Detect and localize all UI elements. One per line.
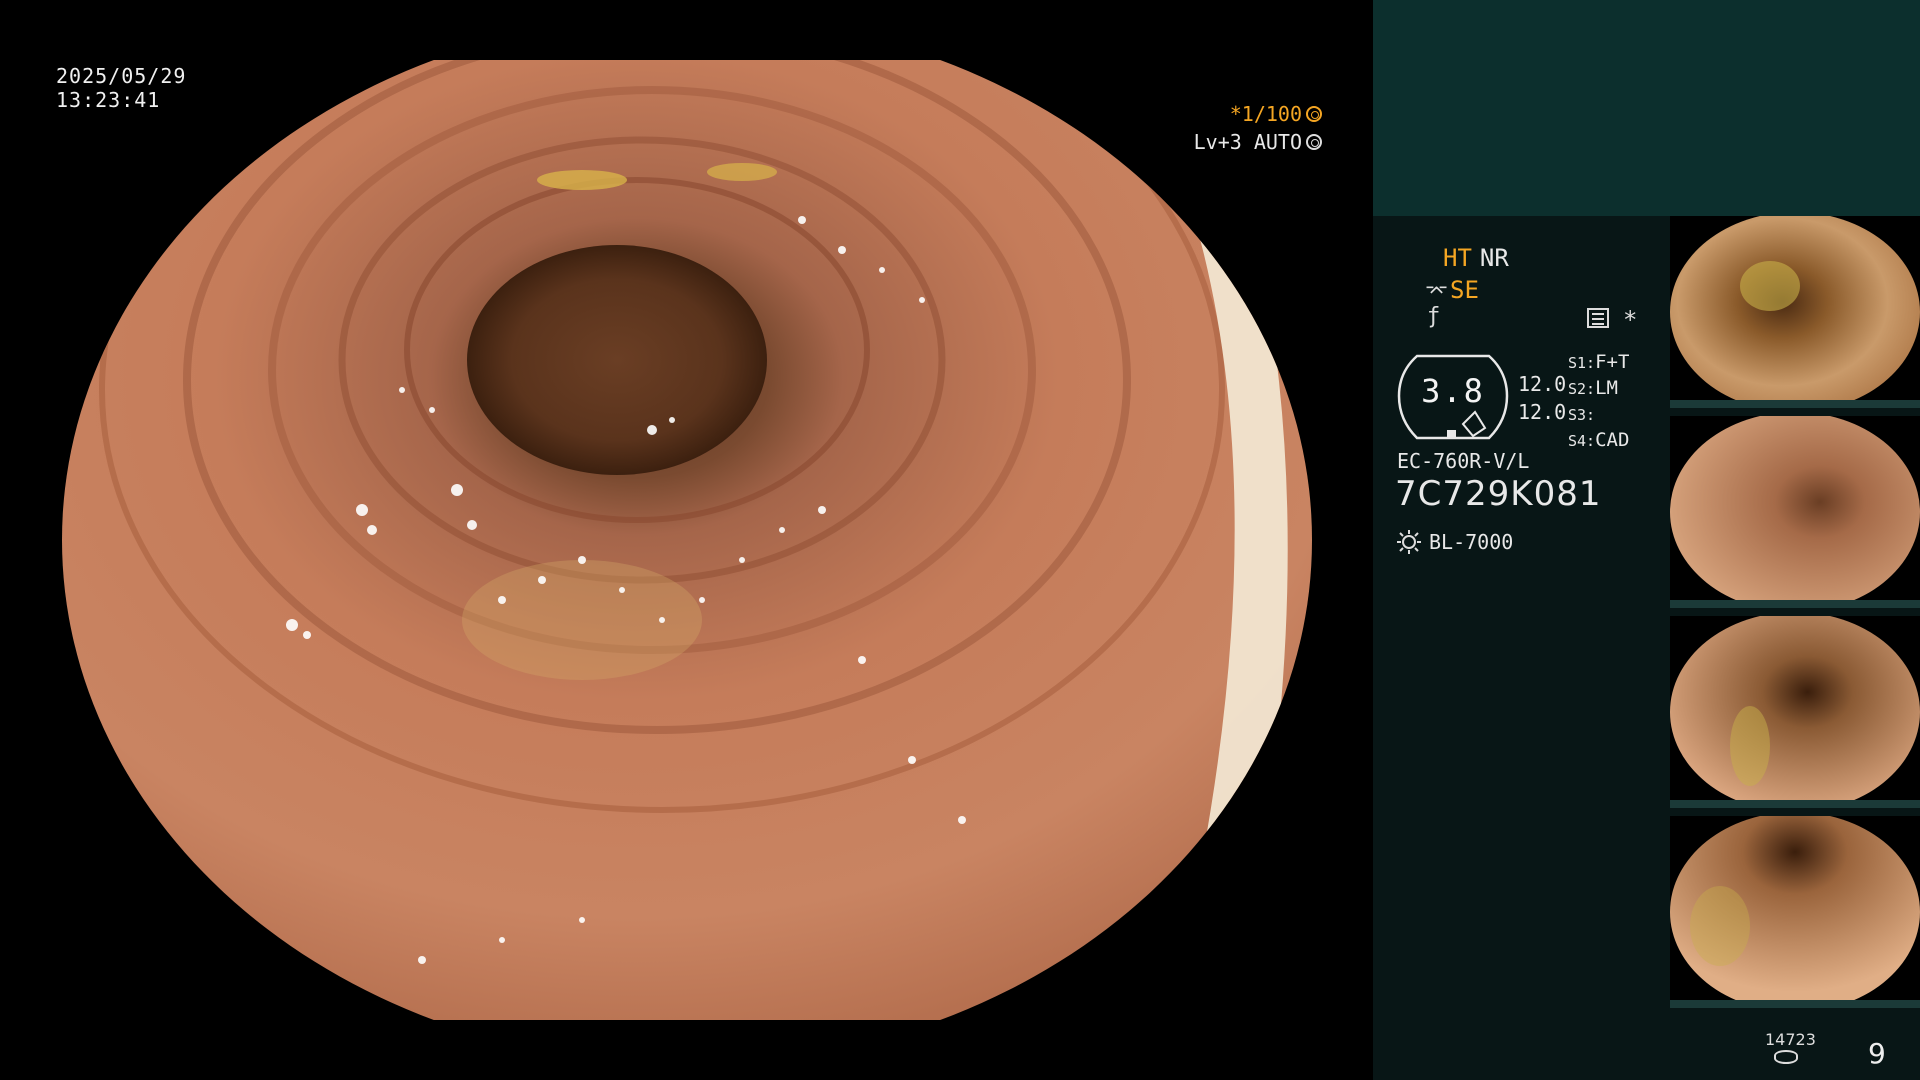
slot-list: S1:F+T S2:LM S3: S4:CAD — [1568, 350, 1629, 454]
thumbnail-1[interactable] — [1670, 216, 1920, 408]
date-text: 2025/05/29 — [56, 64, 187, 88]
menu-icon — [1587, 308, 1609, 328]
live-view: 2025/05/29 13:23:41 *1/100 Lv+3 AUTO — [0, 0, 1372, 1080]
asterisk-icon: * — [1623, 306, 1638, 334]
info-panel: HT NR ⌤SE ƒ * 3.8 12.0 12.0 S1:F+T S2:LM … — [1373, 0, 1920, 1080]
value-b: 12.0 — [1518, 400, 1567, 424]
sun-icon — [1397, 530, 1421, 554]
time-text: 13:23:41 — [56, 88, 161, 112]
zoom-gauge: 3.8 — [1397, 352, 1509, 442]
thumbnail-bar — [1670, 400, 1920, 408]
page-number: 9 — [1868, 1037, 1886, 1070]
aperture-icon — [1306, 106, 1322, 122]
thumbnail-2[interactable] — [1670, 416, 1920, 608]
thumbnail-4[interactable] — [1670, 816, 1920, 1008]
function-icon: ƒ — [1427, 304, 1441, 329]
thumbnail-bar — [1670, 1000, 1920, 1008]
shutter-row: *1/100 — [1194, 100, 1322, 128]
value-a: 12.0 — [1518, 372, 1567, 396]
exposure-overlay: *1/100 Lv+3 AUTO — [1194, 100, 1322, 156]
slot-2: S2:LM — [1568, 377, 1618, 399]
thumbnail-bar — [1670, 600, 1920, 608]
zoom-value: 3.8 — [1421, 372, 1485, 410]
disk-icon — [1774, 1050, 1798, 1064]
scope-icon: ⌤ — [1425, 279, 1449, 303]
image-count: 14723 — [1765, 1030, 1816, 1049]
slot-3: S3: — [1568, 406, 1596, 424]
endoscopic-image — [62, 60, 1312, 1020]
datetime-overlay: 2025/05/29 13:23:41 — [56, 64, 186, 112]
ht-label: HT — [1443, 244, 1472, 272]
scope-serial: 7C729K081 — [1395, 474, 1602, 514]
scope-model: EC-760R-V/L — [1397, 449, 1530, 473]
auto-iris-icon — [1306, 134, 1322, 150]
panel-header-block — [1373, 0, 1920, 216]
thumbnail-bar — [1670, 800, 1920, 808]
se-indicator: ⌤SE — [1425, 276, 1479, 304]
enhance-indicator: HT NR — [1443, 244, 1509, 272]
level-row: Lv+3 AUTO — [1194, 128, 1322, 156]
se-label: SE — [1450, 276, 1479, 304]
nr-label: NR — [1479, 244, 1509, 272]
shutter-text: *1/100 — [1229, 102, 1302, 126]
slot-1: S1:F+T — [1568, 351, 1630, 373]
light-source-label: BL-7000 — [1429, 530, 1514, 554]
slot-4: S4:CAD — [1568, 429, 1630, 451]
level-text: Lv+3 AUTO — [1193, 130, 1302, 154]
light-source: BL-7000 — [1397, 530, 1513, 554]
thumbnail-3[interactable] — [1670, 616, 1920, 808]
